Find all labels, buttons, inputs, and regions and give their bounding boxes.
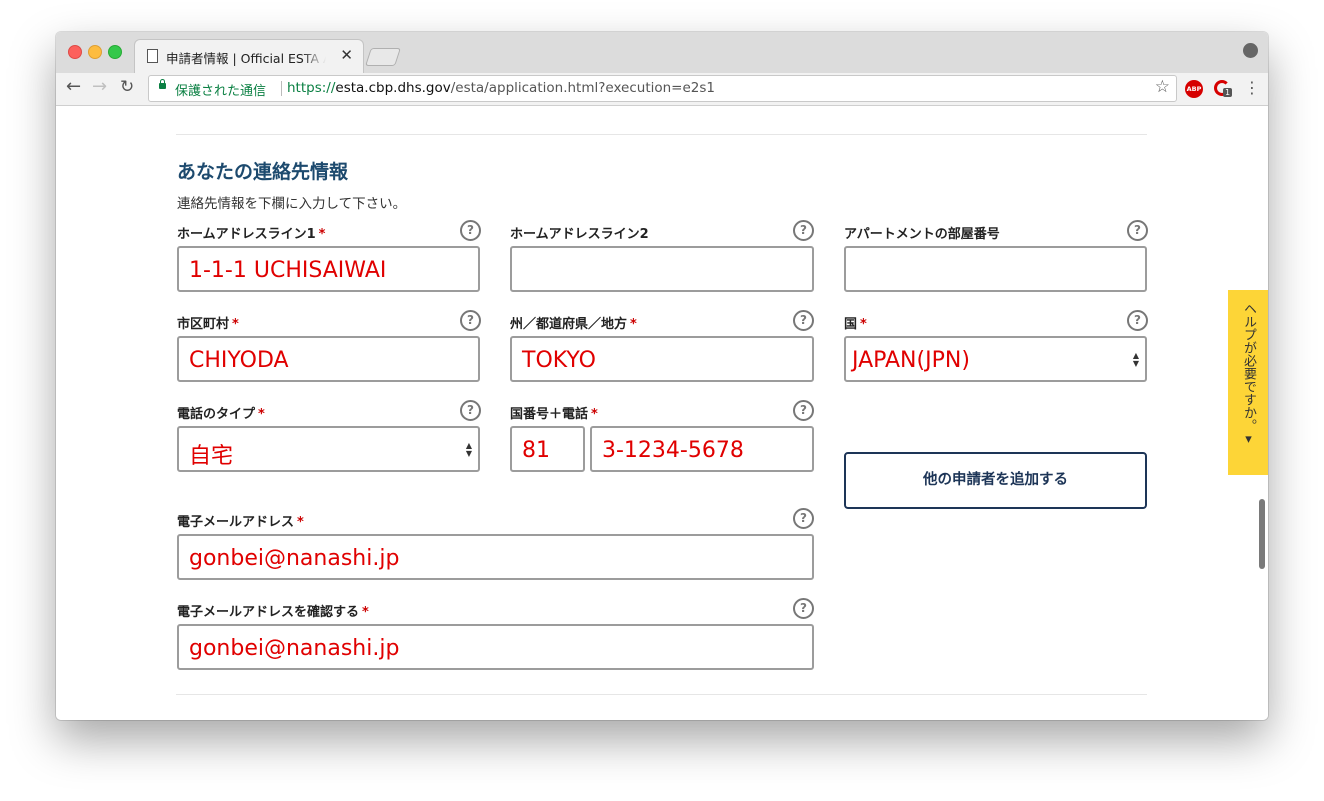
extension-badge: 1 bbox=[1223, 88, 1233, 97]
browser-menu-icon[interactable]: ⋮ bbox=[1244, 78, 1260, 97]
email-confirm-help-icon[interactable]: ? bbox=[793, 598, 814, 619]
phone-type-label: 電話のタイプ * bbox=[177, 407, 265, 422]
page-content: あなたの連絡先情報 連絡先情報を下欄に入力して下さい。 ホームアドレスライン1 *… bbox=[56, 106, 1268, 720]
url-host: esta.cbp.dhs.gov bbox=[335, 80, 451, 96]
help-tab-label: ヘルプが必要ですか。▾ bbox=[1241, 302, 1256, 447]
forward-button[interactable]: → bbox=[92, 76, 107, 97]
page-icon bbox=[147, 49, 158, 63]
email-help-icon[interactable]: ? bbox=[793, 508, 814, 529]
apartment-input[interactable] bbox=[844, 246, 1147, 292]
lock-icon bbox=[159, 79, 166, 89]
add-applicant-button[interactable]: 他の申請者を追加する bbox=[844, 452, 1147, 509]
city-label: 市区町村 * bbox=[177, 317, 239, 332]
reload-button[interactable]: ↻ bbox=[120, 77, 134, 97]
browser-window: 申請者情報 | Official ESTA Application ✕ ← → … bbox=[56, 32, 1268, 720]
apartment-label: アパートメントの部屋番号 bbox=[844, 227, 1000, 242]
phone-help-icon[interactable]: ? bbox=[793, 400, 814, 421]
adblock-icon[interactable]: ABP bbox=[1185, 80, 1203, 98]
zoom-window-button[interactable] bbox=[108, 45, 122, 59]
new-tab-button[interactable] bbox=[365, 48, 401, 66]
email-input[interactable]: gonbei@nanashi.jp bbox=[177, 534, 814, 580]
tab-bar: 申請者情報 | Official ESTA Application ✕ bbox=[56, 32, 1268, 74]
section-title: あなたの連絡先情報 bbox=[177, 161, 349, 183]
browser-tab[interactable]: 申請者情報 | Official ESTA Application ✕ bbox=[134, 39, 364, 74]
close-window-button[interactable] bbox=[68, 45, 82, 59]
tab-close-icon[interactable]: ✕ bbox=[340, 46, 353, 64]
address1-help-icon[interactable]: ? bbox=[460, 220, 481, 241]
phone-label: 国番号＋電話 * bbox=[510, 407, 598, 422]
city-input[interactable]: CHIYODA bbox=[177, 336, 480, 382]
address1-input[interactable]: 1-1-1 UCHISAIWAI bbox=[177, 246, 480, 292]
state-label: 州／都道府県／地方 * bbox=[510, 317, 637, 332]
scrollbar-thumb[interactable] bbox=[1259, 499, 1265, 569]
address-separator bbox=[281, 81, 282, 96]
select-arrows-icon: ▲ ▼ bbox=[1132, 351, 1139, 368]
address-bar[interactable]: 保護された通信 https://esta.cbp.dhs.gov/esta/ap… bbox=[148, 75, 1177, 102]
apartment-help-icon[interactable]: ? bbox=[1127, 220, 1148, 241]
select-arrows-icon: ▲ ▼ bbox=[465, 441, 472, 458]
url-text[interactable]: https://esta.cbp.dhs.gov/esta/applicatio… bbox=[287, 80, 715, 96]
bookmark-star-icon[interactable]: ☆ bbox=[1155, 77, 1170, 97]
bottom-divider bbox=[176, 694, 1147, 695]
address1-label: ホームアドレスライン1 * bbox=[177, 227, 326, 242]
address2-input[interactable] bbox=[510, 246, 814, 292]
minimize-window-button[interactable] bbox=[88, 45, 102, 59]
back-button[interactable]: ← bbox=[66, 76, 81, 97]
state-help-icon[interactable]: ? bbox=[793, 310, 814, 331]
secure-label: 保護された通信 bbox=[175, 84, 267, 99]
city-help-icon[interactable]: ? bbox=[460, 310, 481, 331]
phone-type-help-icon[interactable]: ? bbox=[460, 400, 481, 421]
phone-number-input[interactable]: 3-1234-5678 bbox=[590, 426, 814, 472]
email-confirm-label: 電子メールアドレスを確認する * bbox=[177, 605, 369, 620]
instruction-text: 連絡先情報を下欄に入力して下さい。 bbox=[177, 196, 407, 212]
phone-type-select[interactable]: 自宅 ▲ ▼ bbox=[177, 426, 480, 472]
url-path: /esta/application.html?execution=e2s1 bbox=[450, 80, 716, 96]
extension-icon[interactable]: 1 bbox=[1214, 80, 1233, 97]
country-code-input[interactable]: 81 bbox=[510, 426, 585, 472]
url-scheme: https:// bbox=[287, 80, 336, 96]
country-select[interactable]: JAPAN(JPN) ▲ ▼ bbox=[844, 336, 1147, 382]
help-tab[interactable]: ヘルプが必要ですか。▾ bbox=[1228, 290, 1268, 475]
top-divider bbox=[176, 134, 1147, 135]
email-label: 電子メールアドレス * bbox=[177, 515, 304, 530]
profile-icon[interactable] bbox=[1243, 43, 1258, 58]
country-label: 国 * bbox=[844, 317, 867, 332]
state-input[interactable]: TOKYO bbox=[510, 336, 814, 382]
email-confirm-input[interactable]: gonbei@nanashi.jp bbox=[177, 624, 814, 670]
country-help-icon[interactable]: ? bbox=[1127, 310, 1148, 331]
browser-toolbar: ← → ↻ 保護された通信 https://esta.cbp.dhs.gov/e… bbox=[56, 73, 1268, 106]
tab-title: 申請者情報 | Official ESTA Application bbox=[166, 51, 326, 66]
address2-help-icon[interactable]: ? bbox=[793, 220, 814, 241]
address2-label: ホームアドレスライン2 bbox=[510, 227, 649, 242]
